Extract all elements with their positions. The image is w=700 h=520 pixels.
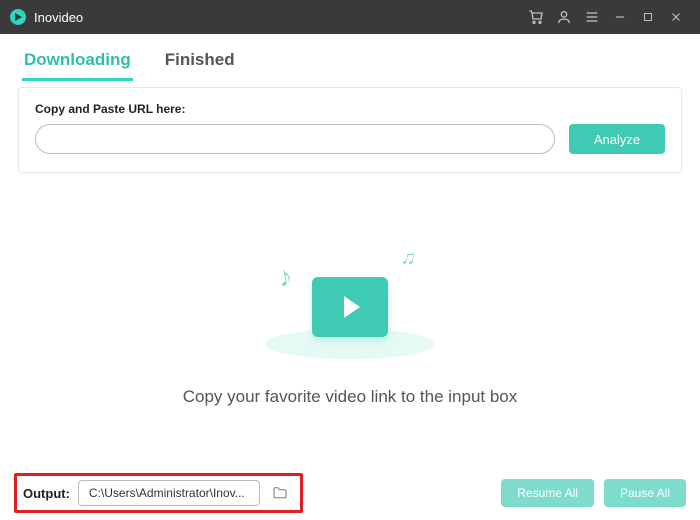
minimize-icon[interactable] xyxy=(606,0,634,34)
cart-icon[interactable] xyxy=(522,0,550,34)
output-path-field[interactable] xyxy=(78,480,260,506)
tab-finished[interactable]: Finished xyxy=(163,44,237,81)
tab-downloading[interactable]: Downloading xyxy=(22,44,133,81)
play-tile-icon xyxy=(312,277,388,337)
browse-folder-button[interactable] xyxy=(268,482,292,504)
app-title: Inovideo xyxy=(34,10,83,25)
main-content: Downloading Finished Copy and Paste URL … xyxy=(0,34,700,466)
app-window: Inovideo Downloading Finished Copy and P… xyxy=(0,0,700,520)
empty-illustration: ♪ ♫ xyxy=(250,233,450,363)
folder-icon xyxy=(271,485,289,501)
empty-message: Copy your favorite video link to the inp… xyxy=(183,387,518,407)
url-input-label: Copy and Paste URL here: xyxy=(35,102,665,116)
url-card: Copy and Paste URL here: Analyze xyxy=(18,87,682,173)
app-logo-icon xyxy=(10,9,26,25)
url-input[interactable] xyxy=(35,124,555,154)
account-icon[interactable] xyxy=(550,0,578,34)
titlebar[interactable]: Inovideo xyxy=(0,0,700,34)
maximize-icon[interactable] xyxy=(634,0,662,34)
resume-all-button[interactable]: Resume All xyxy=(501,479,594,507)
close-icon[interactable] xyxy=(662,0,690,34)
music-note-icon: ♫ xyxy=(399,245,418,270)
output-label: Output: xyxy=(23,486,70,501)
url-row: Analyze xyxy=(35,124,665,154)
tabs: Downloading Finished xyxy=(18,44,682,81)
music-note-icon: ♪ xyxy=(275,259,295,293)
bottombar: Output: Resume All Pause All xyxy=(0,466,700,520)
analyze-button[interactable]: Analyze xyxy=(569,124,665,154)
output-highlight-box: Output: xyxy=(14,473,303,513)
empty-state: ♪ ♫ Copy your favorite video link to the… xyxy=(18,173,682,466)
pause-all-button[interactable]: Pause All xyxy=(604,479,686,507)
play-triangle-icon xyxy=(344,296,360,318)
menu-icon[interactable] xyxy=(578,0,606,34)
